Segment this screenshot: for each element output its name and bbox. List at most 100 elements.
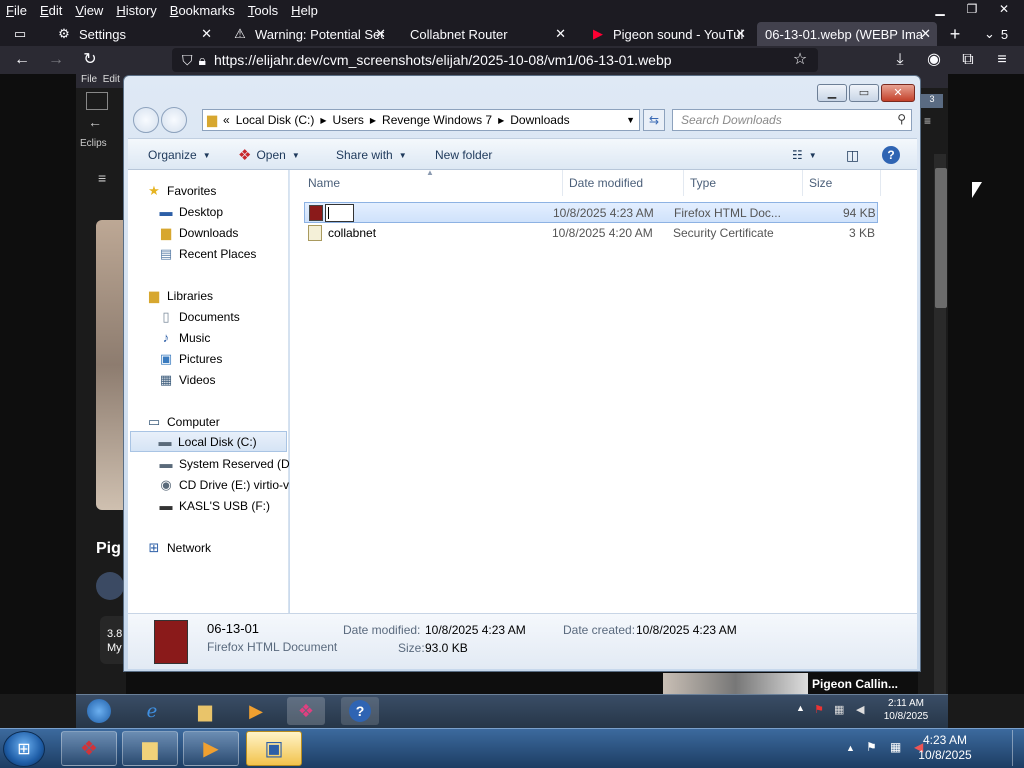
menu-history[interactable]: History xyxy=(116,3,156,18)
column-type[interactable]: Type xyxy=(684,170,803,196)
new-folder-button[interactable]: New folder xyxy=(435,139,492,171)
tab-close-icon[interactable]: ✕ xyxy=(375,26,386,42)
tab-list-button[interactable]: ⌄ 5 xyxy=(976,22,1020,46)
file-row-selected[interactable]: 10/8/2025 4:23 AM Firefox HTML Doc... 94… xyxy=(304,202,878,223)
nav-libraries[interactable]: ▆ Libraries xyxy=(146,285,213,306)
inner-start-orb-icon[interactable] xyxy=(80,697,118,725)
tab-warning[interactable]: ⚠ Warning: Potential Sec ✕ xyxy=(224,22,392,46)
nav-desktop[interactable]: ▬ Desktop xyxy=(158,201,224,222)
explorer-back-button[interactable] xyxy=(133,107,159,133)
nav-pictures[interactable]: ▣ Pictures xyxy=(158,348,223,369)
inner-tray-chevron-icon[interactable]: ▲ xyxy=(796,703,805,713)
tab-settings[interactable]: ⚙ Settings ✕ xyxy=(48,22,218,46)
inner-clock[interactable]: 2:11 AM 10/8/2025 xyxy=(876,697,936,723)
address-dropdown-icon[interactable]: ▼ xyxy=(626,115,635,125)
tab-close-icon[interactable]: ✕ xyxy=(555,26,566,42)
column-date-modified[interactable]: Date modified xyxy=(563,170,684,196)
tab-close-icon[interactable]: ✕ xyxy=(201,26,212,42)
inner-tray-network-icon[interactable]: ▦ xyxy=(834,703,844,716)
inner-media-player-icon[interactable]: ▶ xyxy=(237,697,275,725)
nav-downloads[interactable]: ▆ Downloads xyxy=(158,222,238,243)
extensions-icon[interactable]: ⧉ xyxy=(954,46,982,74)
inner-firefox-html-icon[interactable]: ❖ xyxy=(287,697,325,725)
tray-network-icon[interactable]: ▦ xyxy=(890,740,901,754)
firefox-html-large-icon xyxy=(154,620,188,664)
menu-hamburger-icon[interactable]: ≡ xyxy=(988,46,1016,74)
refresh-icon[interactable]: ⇆ xyxy=(643,109,665,131)
help-button[interactable]: ? xyxy=(882,139,900,171)
nav-recent-places[interactable]: ▤ Recent Places xyxy=(158,243,257,264)
organize-button[interactable]: Organize ▼ xyxy=(148,139,211,171)
nav-computer[interactable]: ▭ Computer xyxy=(146,411,220,432)
forward-arrow-icon[interactable]: → xyxy=(42,46,70,74)
restore-icon[interactable]: ❐ xyxy=(958,1,986,18)
preview-pane-button[interactable]: ◫ xyxy=(846,139,859,171)
nav-music[interactable]: ♪ Music xyxy=(158,327,211,348)
column-size[interactable]: Size xyxy=(803,170,881,196)
menu-bookmarks[interactable]: Bookmarks xyxy=(170,3,235,18)
nav-documents[interactable]: ▯ Documents xyxy=(158,306,239,327)
tab-webp-image[interactable]: 06-13-01.webp (WEBP Ima ✕ xyxy=(757,22,937,46)
breadcrumb-overflow[interactable]: « xyxy=(223,113,230,127)
nav-network[interactable]: ⊞ Network xyxy=(146,537,211,558)
menu-edit[interactable]: Edit xyxy=(40,3,62,18)
page-scrollbar-thumb[interactable] xyxy=(935,168,947,308)
menu-file[interactable]: File xyxy=(6,3,27,18)
taskbar-explorer-icon[interactable]: ▆ xyxy=(122,731,178,766)
tab-pigeon-sound[interactable]: ▶ Pigeon sound - YouTul ✕ xyxy=(582,22,752,46)
reload-icon[interactable]: ↻ xyxy=(76,46,104,74)
clock[interactable]: 4:23 AM 10/8/2025 xyxy=(910,733,980,763)
bookmark-star-icon[interactable]: ☆ xyxy=(786,46,814,74)
explorer-maximize-icon[interactable]: ▭ xyxy=(849,84,879,102)
explorer-minimize-icon[interactable]: ▁ xyxy=(817,84,847,102)
url-bar[interactable]: ⛉ 🔒︎ https://elijahr.dev/cvm_screenshots… xyxy=(172,48,818,72)
close-icon[interactable]: ✕ xyxy=(990,1,1018,18)
inner-tray-flag-icon[interactable]: ⚑ xyxy=(814,703,824,716)
search-input[interactable]: Search Downloads ⚲ xyxy=(672,109,912,131)
download-icon[interactable]: ⤓ xyxy=(886,46,914,74)
tray-flag-icon[interactable]: ⚑ xyxy=(866,740,877,754)
share-with-button[interactable]: Share with ▼ xyxy=(336,139,407,171)
nav-usb-f[interactable]: ▬ KASL'S USB (F:) xyxy=(158,495,270,516)
inner-ie-icon[interactable]: ℯ xyxy=(133,697,171,725)
explorer-close-icon[interactable]: ✕ xyxy=(881,84,915,102)
tab-close-icon[interactable]: ✕ xyxy=(735,26,746,42)
rename-input[interactable] xyxy=(325,204,354,222)
view-options-button[interactable]: ☷ ▼ xyxy=(792,139,817,171)
tab-collabnet-router[interactable]: Collabnet Router ✕ xyxy=(402,22,572,46)
nav-local-disk-c[interactable]: ▬ Local Disk (C:) xyxy=(130,431,287,452)
back-arrow-icon[interactable]: ← xyxy=(8,46,36,74)
breadcrumb-users[interactable]: Users ▶ xyxy=(333,113,383,127)
address-bar[interactable]: ▆ « Local Disk (C:) ▶ Users ▶ Revenge Wind… xyxy=(202,109,640,131)
minimize-icon[interactable]: ▁ xyxy=(926,1,954,18)
breadcrumb-user-folder[interactable]: Revenge Windows 7 ▶ xyxy=(382,113,510,127)
inner-explorer-icon[interactable]: ▆ xyxy=(186,697,224,725)
breadcrumb-local-disk[interactable]: Local Disk (C:) ▶ xyxy=(236,113,333,127)
start-button[interactable]: ⊞ xyxy=(3,731,45,767)
nav-favorites[interactable]: ★ Favorites xyxy=(146,180,216,201)
folder-icon: ▆ xyxy=(207,112,217,127)
nav-system-reserved-d[interactable]: ▬ System Reserved (D: xyxy=(158,453,294,474)
open-button[interactable]: ❖ Open ▼ xyxy=(238,139,300,171)
tray-chevron-icon[interactable]: ▲ xyxy=(846,743,855,753)
inner-help-icon[interactable]: ? xyxy=(341,697,379,725)
file-row[interactable]: collabnet 10/8/2025 4:20 AM Security Cer… xyxy=(304,223,878,244)
tab-overview-button[interactable]: ▭ xyxy=(4,22,30,46)
nav-cd-drive-e[interactable]: ◉ CD Drive (E:) virtio-v xyxy=(158,474,289,495)
account-icon[interactable]: ◉ xyxy=(920,46,948,74)
menu-view[interactable]: View xyxy=(75,3,103,18)
firefox-html-icon: ❖ xyxy=(238,147,252,164)
show-desktop-button[interactable] xyxy=(1012,730,1022,766)
taskbar-media-player-icon[interactable]: ▶ xyxy=(183,731,239,766)
inner-tray-volume-icon[interactable]: ◀ xyxy=(856,703,864,716)
tab-close-icon[interactable]: ✕ xyxy=(920,26,931,42)
taskbar-remote-desktop-icon[interactable]: ▣ xyxy=(246,731,302,766)
explorer-forward-button[interactable] xyxy=(161,107,187,133)
menu-help[interactable]: Help xyxy=(291,3,318,18)
nav-videos[interactable]: ▦ Videos xyxy=(158,369,216,390)
taskbar-firefox-html-icon[interactable]: ❖ xyxy=(61,731,117,766)
new-tab-button[interactable]: + xyxy=(942,22,968,46)
breadcrumb-downloads[interactable]: Downloads xyxy=(510,113,569,127)
music-icon: ♪ xyxy=(162,330,170,345)
menu-tools[interactable]: Tools xyxy=(248,3,278,18)
